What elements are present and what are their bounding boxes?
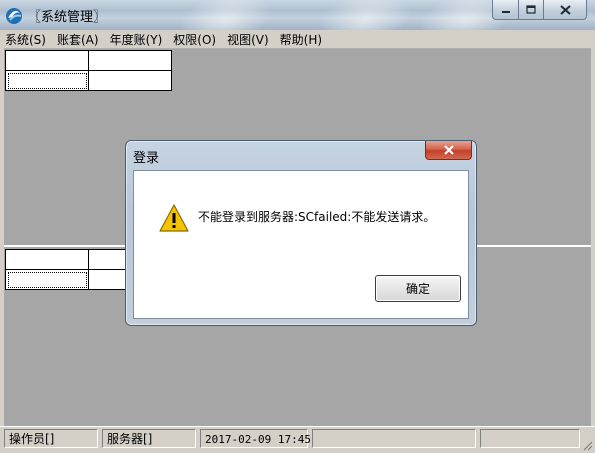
minimize-button[interactable] bbox=[492, 0, 519, 20]
dialog-close-button[interactable] bbox=[425, 141, 472, 160]
maximize-icon bbox=[526, 5, 536, 14]
frame-border-left bbox=[0, 48, 4, 426]
grid-cell[interactable] bbox=[5, 269, 89, 290]
top-grid[interactable] bbox=[5, 50, 172, 91]
menu-system[interactable]: 系统(S) bbox=[0, 31, 52, 48]
app-icon bbox=[6, 8, 22, 24]
grid-cell[interactable] bbox=[5, 70, 89, 91]
close-icon bbox=[559, 4, 571, 15]
table-row[interactable] bbox=[5, 50, 172, 71]
close-icon bbox=[443, 145, 454, 155]
grid-cell[interactable] bbox=[88, 50, 172, 71]
dialog-body: 不能登录到服务器:SCfailed:不能发送请求。 确定 bbox=[133, 170, 469, 319]
grid-cell[interactable] bbox=[88, 70, 172, 91]
status-operator: 操作员[] bbox=[4, 429, 98, 448]
login-error-dialog: 登录 不能登录到服务器:SCfailed:不能发送请求。 确定 bbox=[125, 140, 477, 326]
frame-border-right bbox=[591, 48, 595, 426]
status-datetime: 2017-02-09 17:45 bbox=[200, 429, 311, 448]
menu-bar: 系统(S) 账套(A) 年度账(Y) 权限(O) 视图(V) 帮助(H) bbox=[0, 30, 595, 49]
warning-icon bbox=[159, 204, 189, 232]
status-server: 服务器[] bbox=[102, 429, 196, 448]
dialog-message: 不能登录到服务器:SCfailed:不能发送请求。 bbox=[198, 210, 436, 224]
window-title: 〖系统管理〗 bbox=[28, 10, 107, 25]
menu-view[interactable]: 视图(V) bbox=[222, 31, 275, 48]
resize-grip-icon[interactable] bbox=[581, 439, 593, 451]
ok-button[interactable]: 确定 bbox=[375, 275, 461, 302]
maximize-button[interactable] bbox=[519, 0, 544, 20]
dialog-title: 登录 bbox=[133, 151, 160, 166]
menu-help[interactable]: 帮助(H) bbox=[275, 31, 328, 48]
grid-cell[interactable] bbox=[5, 249, 89, 270]
status-panel-empty bbox=[480, 429, 580, 448]
table-row[interactable] bbox=[5, 70, 172, 91]
menu-annual-account[interactable]: 年度账(Y) bbox=[105, 31, 169, 48]
title-bar[interactable]: 〖系统管理〗 bbox=[0, 0, 595, 30]
minimize-icon bbox=[501, 10, 510, 13]
status-panel-empty bbox=[312, 429, 476, 448]
status-bar: 操作员[] 服务器[] 2017-02-09 17:45 bbox=[0, 426, 595, 453]
menu-permissions[interactable]: 权限(O) bbox=[168, 31, 222, 48]
grid-cell[interactable] bbox=[5, 50, 89, 71]
menu-account-set[interactable]: 账套(A) bbox=[52, 31, 105, 48]
close-button[interactable] bbox=[544, 0, 587, 20]
